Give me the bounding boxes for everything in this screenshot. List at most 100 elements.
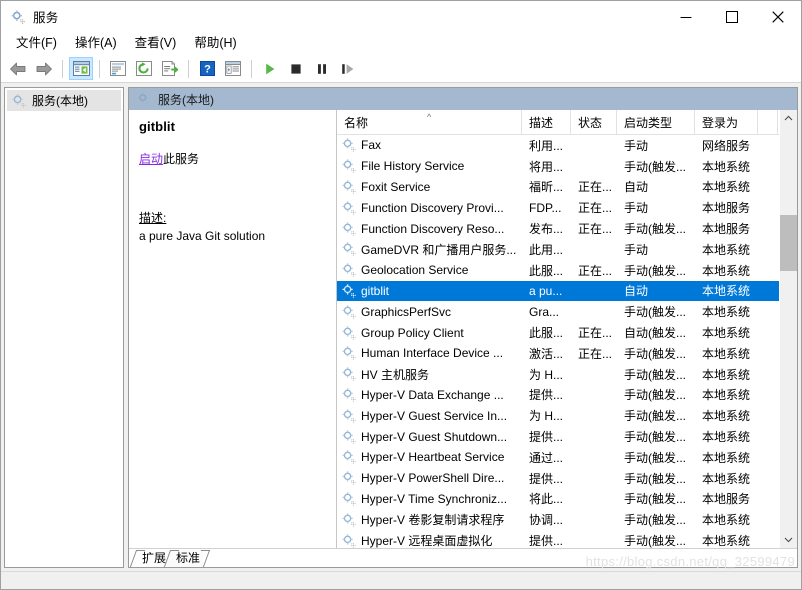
table-row[interactable]: Foxit Service 福昕... 正在... 自动 本地系统 [337,177,779,198]
tab-standard[interactable]: 标准 [167,550,204,567]
pause-service-button[interactable] [310,57,334,80]
help-button[interactable]: ? [195,57,219,80]
results-pane-header-label: 服务(本地) [158,92,214,107]
menu-help-label: 帮助(H) [194,36,237,50]
list-rows-container: Fax 利用... 手动 网络服务 File History Service 将用... 手… [337,135,779,548]
table-row[interactable]: Function Discovery Provi... FDP... 正在... 手动… [337,197,779,218]
service-gear-icon [342,388,356,402]
column-description[interactable]: 描述 [522,110,571,134]
table-row[interactable]: Hyper-V PowerShell Dire... 提供... 手动(触发... 本… [337,468,779,489]
column-startup-type[interactable]: 启动类型 [617,110,695,134]
console-body: 服务(本地) 服务(本地) gitblit 启动此服务 描述: a pure J… [1,83,801,571]
back-button[interactable] [6,57,30,80]
cell-text: 手动(触发... [624,492,686,507]
table-row[interactable]: Hyper-V Time Synchroniz... 将此... 手动(触发... 本… [337,489,779,510]
cell-text: 手动(触发... [624,513,686,528]
cell-description: 此用... [522,241,571,258]
cell-text: 自动(触发... [624,326,686,341]
minimize-icon [680,16,692,18]
table-row[interactable]: File History Service 将用... 手动(触发... 本地系统 [337,156,779,177]
cell-text: Gra... [529,304,560,319]
results-pane: 服务(本地) gitblit 启动此服务 描述: a pure Java Git… [128,87,798,568]
cell-text: 正在... [578,222,613,237]
cell-startup-type: 手动(触发... [617,158,695,175]
table-row[interactable]: Geolocation Service 此服... 正在... 手动(触发... 本地系… [337,260,779,281]
start-service-link[interactable]: 启动 [139,152,163,166]
service-gear-icon [342,533,356,548]
column-status-label: 状态 [578,115,603,130]
cell-text: 激活... [529,346,564,361]
menu-help[interactable]: 帮助(H) [185,33,245,54]
show-hide-tree-button[interactable] [69,57,93,80]
cell-startup-type: 手动(触发... [617,490,695,507]
close-button[interactable] [755,1,801,32]
menu-file[interactable]: 文件(F) [7,33,66,54]
service-gear-icon [342,429,356,444]
table-row[interactable]: Hyper-V Guest Service In... 为 H... 手动(触发..… [337,405,779,426]
cell-name: GraphicsPerfSvc [337,304,522,320]
service-detail-pane: gitblit 启动此服务 描述: a pure Java Git soluti… [129,110,336,548]
table-row[interactable]: Hyper-V Heartbeat Service 通过... 手动(触发... 本地… [337,447,779,468]
scroll-down-button[interactable] [780,531,797,548]
table-row[interactable]: Hyper-V Data Exchange ... 提供... 手动(触发... 本地… [337,385,779,406]
menu-view[interactable]: 查看(V) [126,33,186,54]
column-filler[interactable] [758,110,778,134]
column-log-on-as[interactable]: 登录为 [695,110,758,134]
service-gear-icon [342,305,356,319]
table-row[interactable]: Hyper-V 远程桌面虚拟化 提供... 手动(触发... 本地系统 [337,530,779,548]
cell-text: 将此... [529,492,564,507]
table-row[interactable]: gitblit a pu... 自动 本地系统 [337,280,779,302]
table-row[interactable]: HV 主机服务 为 H... 手动(触发... 本地系统 [337,364,779,385]
service-gear-icon [342,346,356,361]
table-row[interactable]: Group Policy Client 此服... 正在... 自动(触发... 本地系… [337,322,779,343]
service-gear-icon [342,201,356,215]
column-name[interactable]: 名称 ^ [337,110,522,134]
cell-description: 福昕... [522,178,571,195]
list-vertical-scrollbar[interactable] [779,110,797,548]
cell-text: 本地系统 [702,242,751,257]
stop-service-button[interactable] [284,57,308,80]
status-bar [1,571,801,589]
menu-action[interactable]: 操作(A) [66,33,126,54]
cell-text: GraphicsPerfSvc [361,304,452,319]
export-list-button[interactable] [158,57,182,80]
chevron-up-icon [784,115,793,121]
cell-text: 本地服务 [702,222,751,237]
cell-startup-type: 手动(触发... [617,366,695,383]
service-gear-icon [342,492,356,506]
forward-button[interactable] [32,57,56,80]
menu-action-label: 操作(A) [74,36,117,50]
tree-node-services-local[interactable]: 服务(本地) [7,90,121,111]
table-row[interactable]: Hyper-V 卷影复制请求程序 协调... 手动(触发... 本地系统 [337,509,779,530]
table-row[interactable]: Fax 利用... 手动 网络服务 [337,135,779,156]
menu-view-label: 查看(V) [134,36,177,50]
cell-name: GameDVR 和广播用户服务... [337,241,522,258]
table-row[interactable]: Hyper-V Guest Shutdown... 提供... 手动(触发... 本地… [337,426,779,447]
table-row[interactable]: GraphicsPerfSvc Gra... 手动(触发... 本地系统 [337,301,779,322]
properties-button[interactable] [106,57,130,80]
refresh-button[interactable] [132,57,156,80]
cell-name: Foxit Service [337,179,522,195]
cell-text: Hyper-V Guest Shutdown... [361,429,508,444]
scroll-up-button[interactable] [780,110,797,127]
scroll-thumb[interactable] [780,215,797,271]
cell-text: 此服... [529,263,564,278]
console-tree-pane: 服务(本地) [4,87,124,568]
cell-log-on-as: 本地系统 [695,324,758,341]
restart-service-button[interactable] [336,57,360,80]
detail-service-name: gitblit [139,119,176,134]
scroll-track[interactable] [780,127,797,531]
show-action-pane-button[interactable] [221,57,245,80]
minimize-button[interactable] [663,1,709,32]
cell-text: 利用... [529,138,564,153]
table-row[interactable]: Function Discovery Reso... 发布... 正在... 手动(触… [337,218,779,239]
table-row[interactable]: GameDVR 和广播用户服务... 此用... 手动 本地系统 [337,239,779,260]
cell-text: Hyper-V Data Exchange ... [361,387,504,402]
maximize-button[interactable] [709,1,755,32]
cell-text: 提供... [529,430,564,445]
column-status[interactable]: 状态 [571,110,617,134]
cell-text: 手动 [624,201,649,216]
table-row[interactable]: Human Interface Device ... 激活... 正在... 手动(触… [337,343,779,364]
cell-text: Geolocation Service [361,263,469,278]
start-service-button[interactable] [258,57,282,80]
